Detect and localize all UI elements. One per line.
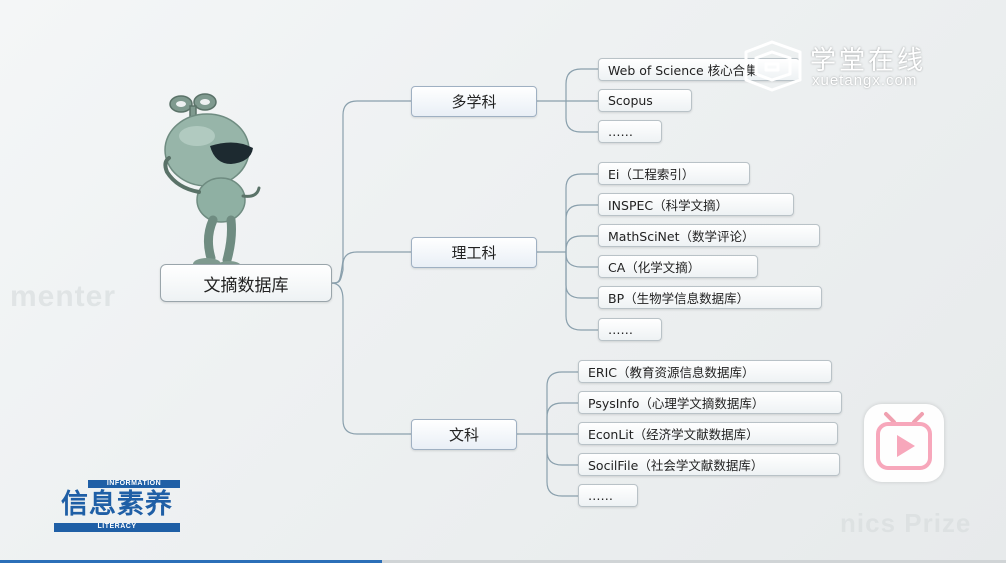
brand-name-en: xuetangx.com — [812, 72, 918, 89]
connector-line — [546, 402, 578, 434]
leaf-label: Ei（工程索引） — [608, 167, 695, 182]
category-label: 理工科 — [451, 244, 497, 262]
leaf-node[interactable]: …… — [598, 318, 662, 341]
leaf-label: EconLit（经济学文献数据库） — [588, 427, 759, 442]
logo-bottom-text: LITERACY — [54, 523, 180, 532]
leaf-node[interactable]: …… — [578, 484, 638, 507]
leaf-node[interactable]: SocilFile（社会学文献数据库） — [578, 453, 840, 476]
category-node-science-engineering[interactable]: 理工科 — [411, 237, 537, 268]
leaf-label: CA（化学文摘） — [608, 260, 701, 275]
connector-line — [565, 101, 598, 133]
leaf-label: SocilFile（社会学文献数据库） — [588, 458, 764, 473]
leaf-label: …… — [608, 322, 633, 337]
logo-top-text: INFORMATION — [88, 480, 180, 488]
leaf-label: …… — [608, 124, 633, 139]
leaf-node[interactable]: EconLit（经济学文献数据库） — [578, 422, 838, 445]
connector-line — [565, 173, 598, 252]
root-label: 文摘数据库 — [203, 275, 289, 296]
play-button[interactable] — [864, 404, 944, 482]
xuetangx-brand: 学堂在线 xuetangx.com — [742, 38, 942, 94]
logo-main-text: 信息素养 — [61, 489, 173, 520]
leaf-node[interactable]: MathSciNet（数学评论） — [598, 224, 820, 247]
information-literacy-logo: INFORMATION 信息素养 LITERACY — [54, 480, 180, 532]
leaf-node[interactable]: PsysInfo（心理学文摘数据库） — [578, 391, 842, 414]
connector-line — [565, 204, 598, 252]
connector-line — [330, 100, 411, 284]
connector-line — [565, 252, 598, 299]
leaf-node[interactable]: Ei（工程索引） — [598, 162, 750, 185]
play-icon — [876, 412, 932, 470]
leaf-node[interactable]: INSPEC（科学文摘） — [598, 193, 794, 216]
connector-line — [565, 252, 598, 268]
leaf-label: BP（生物学信息数据库） — [608, 291, 750, 306]
leaf-node[interactable]: BP（生物学信息数据库） — [598, 286, 822, 309]
leaf-label: Web of Science 核心合集 — [608, 63, 758, 78]
connector-line — [565, 235, 598, 252]
leaf-label: INSPEC（科学文摘） — [608, 198, 729, 213]
connector-line — [536, 68, 598, 102]
leaf-node[interactable]: …… — [598, 120, 662, 143]
connector-line — [565, 252, 598, 331]
robot-mascot-icon — [163, 93, 261, 271]
leaf-node[interactable]: ERIC（教育资源信息数据库） — [578, 360, 832, 383]
category-label: 多学科 — [451, 93, 497, 111]
connector-line — [546, 434, 578, 466]
root-node[interactable]: 文摘数据库 — [160, 264, 332, 302]
leaf-label: ERIC（教育资源信息数据库） — [588, 365, 755, 380]
leaf-node[interactable]: CA（化学文摘） — [598, 255, 758, 278]
slide-frame: menter nics Prize 文摘数据库 多学科 理工科 文科 Web o… — [0, 0, 1006, 563]
leaf-node[interactable]: Scopus — [598, 89, 692, 112]
category-label: 文科 — [448, 426, 479, 444]
connector-line — [330, 282, 411, 435]
leaf-label: Scopus — [608, 93, 653, 108]
leaf-label: PsysInfo（心理学文摘数据库） — [588, 396, 765, 411]
leaf-label: MathSciNet（数学评论） — [608, 229, 755, 244]
category-node-humanities[interactable]: 文科 — [411, 419, 517, 450]
leaf-label: …… — [588, 488, 613, 503]
category-node-multidisciplinary[interactable]: 多学科 — [411, 86, 537, 117]
xuetangx-logo-icon — [744, 40, 802, 92]
